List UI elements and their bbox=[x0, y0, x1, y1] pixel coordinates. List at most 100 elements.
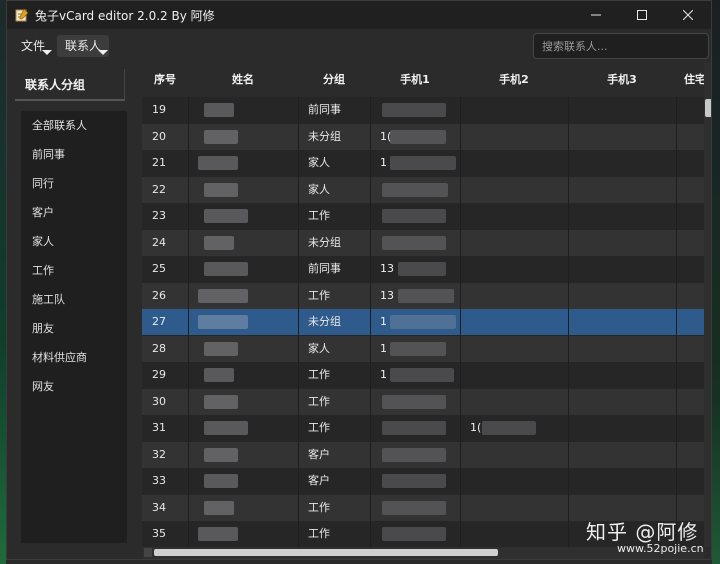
group-item-friends[interactable]: 朋友 bbox=[21, 314, 127, 343]
group-item-work[interactable]: 工作 bbox=[21, 256, 127, 285]
column-divider bbox=[568, 97, 569, 547]
chevron-down-icon bbox=[98, 50, 109, 55]
column-header-group[interactable]: 分组 bbox=[298, 63, 370, 97]
table-row[interactable]: 29 工作 1 bbox=[142, 362, 704, 388]
scroll-left-arrow-icon[interactable] bbox=[144, 548, 152, 557]
close-button[interactable] bbox=[665, 1, 711, 29]
redacted-phone bbox=[382, 103, 446, 117]
menu-contacts-label: 联系人 bbox=[65, 39, 102, 53]
table-row[interactable]: 27 未分组 1 bbox=[142, 309, 704, 335]
cell-phone1: 13 bbox=[370, 256, 470, 282]
cell-phone2 bbox=[460, 442, 578, 468]
column-header-name[interactable]: 姓名 bbox=[188, 63, 298, 97]
table-row[interactable]: 26 工作 13 bbox=[142, 282, 704, 309]
table-row[interactable]: 20 未分组 1( bbox=[142, 123, 704, 150]
table-row[interactable]: 30 工作 bbox=[142, 388, 704, 415]
cell-phone2 bbox=[460, 468, 578, 494]
redacted-phone bbox=[382, 447, 446, 462]
cell-name bbox=[188, 336, 298, 362]
group-item-all[interactable]: 全部联系人 bbox=[21, 111, 127, 140]
table-row[interactable]: 28 家人 1 bbox=[142, 335, 704, 362]
redacted-phone bbox=[382, 500, 446, 515]
table-row[interactable]: 33 客户 bbox=[142, 468, 704, 494]
column-header-phone3[interactable]: 手机3 bbox=[568, 63, 676, 97]
cell-phone3 bbox=[568, 389, 676, 415]
redacted-phone bbox=[382, 474, 446, 488]
table-header: 序号 姓名 分组 手机1 手机2 手机3 住宅 bbox=[142, 63, 704, 97]
cell-phone1 bbox=[370, 97, 470, 123]
group-list: 全部联系人 前同事 同行 客户 家人 工作 施工队 朋友 材料供应商 网友 bbox=[21, 111, 127, 543]
redacted-name bbox=[204, 421, 248, 435]
cell-phone2 bbox=[460, 283, 578, 309]
table-row[interactable]: 22 家人 bbox=[142, 176, 704, 203]
redacted-phone bbox=[390, 156, 456, 170]
column-header-home[interactable]: 住宅 bbox=[676, 63, 704, 97]
group-item-construction-team[interactable]: 施工队 bbox=[21, 285, 127, 314]
group-item-former-colleagues[interactable]: 前同事 bbox=[21, 140, 127, 169]
cell-phone2 bbox=[460, 389, 578, 415]
menu-contacts[interactable]: 联系人 bbox=[57, 35, 110, 57]
column-header-phone1[interactable]: 手机1 bbox=[370, 63, 460, 97]
cell-home bbox=[676, 97, 704, 123]
cell-phone2: 1( bbox=[460, 415, 578, 441]
search-input[interactable] bbox=[533, 33, 709, 59]
cell-name bbox=[188, 468, 298, 494]
menu-file[interactable]: 文件 bbox=[13, 35, 53, 57]
group-item-netfriends[interactable]: 网友 bbox=[21, 372, 127, 401]
close-icon bbox=[683, 10, 693, 20]
redacted-name bbox=[204, 394, 238, 409]
column-divider bbox=[460, 97, 461, 547]
cell-phone2 bbox=[460, 150, 578, 176]
table-row[interactable]: 24 未分组 bbox=[142, 229, 704, 256]
cell-group: 前同事 bbox=[308, 103, 341, 116]
cell-group: 工作 bbox=[308, 368, 330, 381]
desktop-edge-right bbox=[712, 0, 720, 564]
cell-phone2 bbox=[460, 495, 578, 521]
table-row[interactable]: 23 工作 bbox=[142, 203, 704, 229]
horizontal-scroll-thumb[interactable] bbox=[154, 549, 498, 556]
maximize-button[interactable] bbox=[619, 1, 665, 29]
cell-group: 未分组 bbox=[308, 315, 341, 328]
title-bar[interactable]: 兔子vCard editor 2.0.2 By 阿修 bbox=[7, 1, 711, 29]
column-header-phone2[interactable]: 手机2 bbox=[460, 63, 568, 97]
cell-name bbox=[188, 521, 298, 547]
cell-name bbox=[188, 415, 298, 441]
menu-bar: 文件 联系人 bbox=[7, 29, 711, 63]
table-row[interactable]: 25 前同事 13 bbox=[142, 256, 704, 282]
redacted-name bbox=[198, 527, 238, 541]
column-header-number[interactable]: 序号 bbox=[142, 63, 188, 97]
table-row[interactable]: 21 家人 1 bbox=[142, 150, 704, 176]
group-item-family[interactable]: 家人 bbox=[21, 227, 127, 256]
cell-phone2 bbox=[460, 177, 578, 203]
app-notepad-icon bbox=[15, 8, 29, 22]
cell-phone2 bbox=[460, 124, 578, 150]
redacted-phone bbox=[390, 341, 446, 356]
cell-phone2 bbox=[460, 336, 578, 362]
group-item-suppliers[interactable]: 材料供应商 bbox=[21, 343, 127, 372]
cell-name bbox=[188, 256, 298, 282]
cell-phone3 bbox=[568, 336, 676, 362]
column-divider bbox=[370, 97, 371, 547]
column-divider bbox=[298, 97, 299, 547]
cell-group: 工作 bbox=[308, 288, 330, 302]
vertical-scroll-thumb[interactable] bbox=[705, 99, 711, 117]
cell-group: 家人 bbox=[308, 182, 330, 196]
cell-phone1: 1( bbox=[370, 124, 470, 150]
cell-home bbox=[676, 124, 704, 150]
vertical-scrollbar[interactable] bbox=[704, 63, 711, 547]
table-row[interactable]: 19 前同事 bbox=[142, 97, 704, 123]
cell-phone3 bbox=[568, 468, 676, 494]
table-row[interactable]: 31 工作 1( bbox=[142, 415, 704, 441]
redacted-phone bbox=[398, 288, 454, 303]
redacted-name bbox=[204, 182, 238, 197]
redacted-name bbox=[204, 209, 248, 223]
cell-phone1 bbox=[370, 230, 470, 256]
cell-phone1 bbox=[370, 415, 470, 441]
redacted-name bbox=[198, 156, 238, 170]
cell-home bbox=[676, 336, 704, 362]
group-item-peers[interactable]: 同行 bbox=[21, 169, 127, 198]
minimize-button[interactable] bbox=[573, 1, 619, 29]
redacted-name bbox=[198, 315, 248, 329]
table-row[interactable]: 32 客户 bbox=[142, 441, 704, 468]
group-item-clients[interactable]: 客户 bbox=[21, 198, 127, 227]
